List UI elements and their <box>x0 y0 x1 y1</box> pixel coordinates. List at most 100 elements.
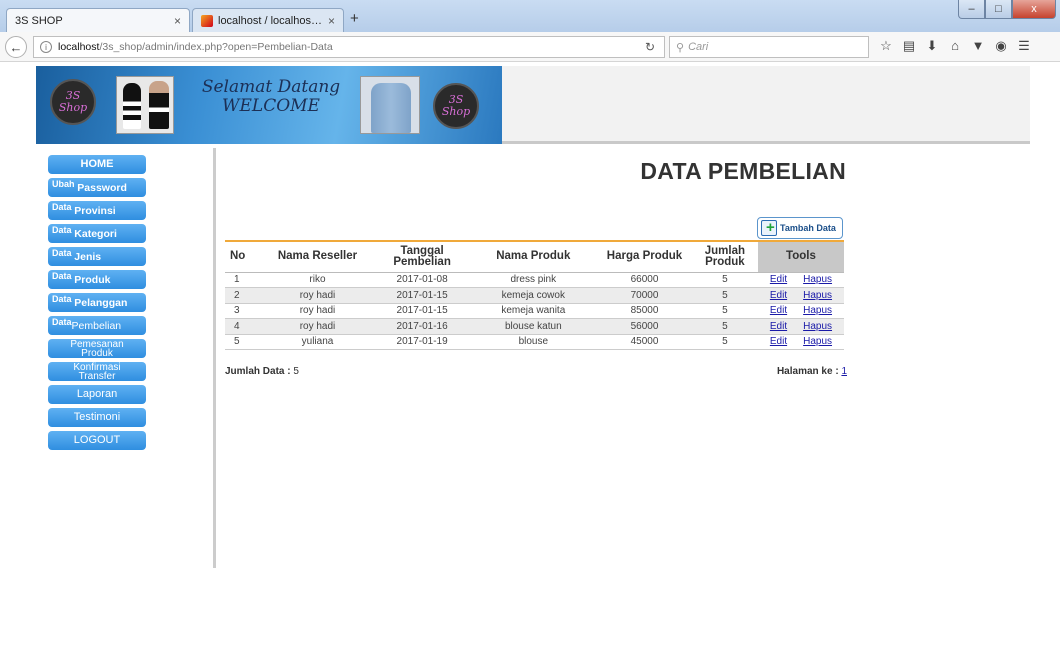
maximize-button[interactable]: □ <box>985 0 1012 19</box>
purchase-table: No Nama Reseller Tanggal Pembelian Nama … <box>225 240 844 350</box>
sidebar-item-prefix: Data <box>52 294 72 304</box>
delete-link[interactable]: Hapus <box>803 305 832 316</box>
minimize-button[interactable]: – <box>958 0 985 19</box>
add-data-button[interactable]: Tambah Data <box>757 217 843 239</box>
sidebar-item-prefix: Data <box>52 271 72 281</box>
url-path: /3s_shop/admin/index.php?open=Pembelian-… <box>99 41 333 53</box>
sidebar-item-pemesanan-produk[interactable]: Pemesanan Produk <box>48 339 146 359</box>
edit-link[interactable]: Edit <box>770 336 787 347</box>
cell-harga: 70000 <box>597 287 692 304</box>
tab-close-icon[interactable]: × <box>328 14 335 28</box>
url-host: localhost <box>58 41 100 53</box>
table-row: 3 roy hadi 2017-01-15 kemeja wanita 85000 5 Ed… <box>225 303 844 319</box>
edit-link[interactable]: Edit <box>770 321 787 332</box>
page-title: DATA PEMBELIAN <box>640 158 846 184</box>
add-data-label: Tambah Data <box>780 223 836 233</box>
column-header: No <box>225 240 261 273</box>
sidebar-item-data-produk[interactable]: Data Produk <box>48 270 146 289</box>
cell-produk: dress pink <box>469 272 598 288</box>
cell-tanggal: 2017-01-15 <box>374 303 470 319</box>
close-window-button[interactable]: x <box>1012 0 1056 19</box>
sidebar-item-label: Transfer <box>78 371 116 382</box>
add-document-icon <box>761 219 777 236</box>
delete-link[interactable]: Hapus <box>803 290 832 301</box>
reading-list-icon[interactable]: ▤ <box>898 38 920 56</box>
cell-tanggal: 2017-01-08 <box>374 272 470 288</box>
sync-icon[interactable]: ◉ <box>990 38 1012 56</box>
sidebar-item-prefix: Data <box>52 202 72 212</box>
cell-produk: blouse <box>469 334 598 350</box>
info-icon[interactable]: i <box>40 41 52 53</box>
data-count-value: 5 <box>293 366 299 377</box>
pocket-icon[interactable]: ▼ <box>967 38 989 56</box>
cell-harga: 85000 <box>597 303 692 319</box>
banner-filler <box>502 66 1030 144</box>
search-input[interactable]: ⚲ Cari <box>669 36 869 58</box>
delete-link[interactable]: Hapus <box>803 336 832 347</box>
cell-reseller: riko <box>260 272 375 288</box>
content-divider <box>213 148 216 568</box>
edit-link[interactable]: Edit <box>770 305 787 316</box>
search-icon: ⚲ <box>676 41 685 54</box>
pagination-label: Halaman ke : <box>776 366 839 377</box>
cell-harga: 45000 <box>597 334 692 350</box>
pagination: Halaman ke : 1 <box>700 366 847 377</box>
search-placeholder: Cari <box>688 41 709 53</box>
tab-label: localhost / localhost / 3s_s... <box>218 14 324 27</box>
sidebar-item-logout[interactable]: LOGOUT <box>48 431 146 450</box>
logo-text: Shop <box>441 105 471 118</box>
cell-reseller: yuliana <box>260 334 375 350</box>
data-count-label: Jumlah Data : <box>225 366 291 377</box>
menu-icon[interactable]: ☰ <box>1013 38 1035 56</box>
sidebar-item-data-pelanggan[interactable]: Data Pelanggan <box>48 293 146 312</box>
page-link-1[interactable]: 1 <box>841 366 847 377</box>
browser-titlebar: 3S SHOP × localhost / localhost / 3s_s..… <box>0 0 1060 32</box>
sidebar-item-prefix: Data <box>52 317 72 327</box>
reload-icon[interactable]: ↻ <box>645 40 655 54</box>
cell-harga: 56000 <box>597 318 692 335</box>
cell-jumlah: 5 <box>691 287 758 304</box>
sidebar-item-laporan[interactable]: Laporan <box>48 385 146 404</box>
sidebar-item-prefix: Data <box>52 248 72 258</box>
cell-produk: kemeja wanita <box>469 303 598 319</box>
edit-link[interactable]: Edit <box>770 290 787 301</box>
table-header-row: No Nama Reseller Tanggal Pembelian Nama … <box>225 240 844 273</box>
tab-3s-shop[interactable]: 3S SHOP × <box>6 8 190 32</box>
tab-close-icon[interactable]: × <box>174 14 181 28</box>
cell-harga: 66000 <box>597 272 692 288</box>
sidebar-item-data-kategori[interactable]: Data Kategori <box>48 224 146 243</box>
sidebar-item-data-jenis[interactable]: Data Jenis <box>48 247 146 266</box>
tab-phpmyadmin[interactable]: localhost / localhost / 3s_s... × <box>192 8 344 32</box>
new-tab-button[interactable]: + <box>350 10 359 27</box>
window-controls: – □ x <box>958 0 1056 19</box>
sidebar-item-konfirmasi-transfer[interactable]: Konfirmasi Transfer <box>48 362 146 382</box>
column-header: Tools <box>757 240 844 273</box>
sidebar-item-label: Kategori <box>74 228 117 240</box>
sidebar-item-testimoni[interactable]: Testimoni <box>48 408 146 427</box>
table-row: 1 riko 2017-01-08 dress pink 66000 5 Edit Hapus <box>225 272 844 288</box>
welcome-text: Selamat Datang WELCOME <box>196 78 346 116</box>
download-icon[interactable]: ⬇ <box>921 38 943 56</box>
cell-no: 3 <box>225 303 261 319</box>
home-icon[interactable]: ⌂ <box>944 38 966 56</box>
shop-logo-left: 3S Shop <box>50 79 96 125</box>
sidebar-item-ubah-password[interactable]: Ubah Password <box>48 178 146 197</box>
cell-no: 2 <box>225 287 261 304</box>
column-header: Harga Produk <box>597 240 692 273</box>
back-arrow-icon[interactable]: ← <box>5 36 27 58</box>
edit-link[interactable]: Edit <box>770 274 787 285</box>
cell-tanggal: 2017-01-15 <box>374 287 470 304</box>
bookmark-star-icon[interactable]: ☆ <box>875 38 897 56</box>
delete-link[interactable]: Hapus <box>803 321 832 332</box>
column-header: Nama Produk <box>469 240 598 273</box>
welcome-line: WELCOME <box>222 96 320 116</box>
sidebar-item-data-pembelian[interactable]: DataPembelian <box>48 316 146 335</box>
address-bar[interactable]: i localhost /3s_shop/admin/index.php?ope… <box>33 36 665 58</box>
sidebar-item-label: Jenis <box>74 251 102 263</box>
sidebar-item-data-provinsi[interactable]: Data Provinsi <box>48 201 146 220</box>
delete-link[interactable]: Hapus <box>803 274 832 285</box>
sidebar-item-home[interactable]: HOME <box>48 155 146 174</box>
cell-jumlah: 5 <box>691 318 758 335</box>
shop-logo-right: 3S Shop <box>433 83 479 129</box>
scrollbar[interactable] <box>1052 125 1060 653</box>
